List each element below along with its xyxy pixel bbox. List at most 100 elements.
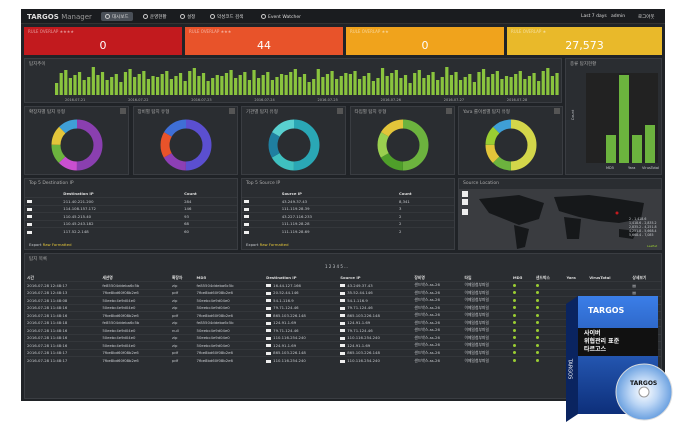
- table-row[interactable]: 211.40.221.200 284: [25, 197, 237, 205]
- timeline-bar: [312, 79, 316, 95]
- timeline-bar: [426, 75, 431, 95]
- table-row[interactable]: 110.45.243.182 68: [25, 219, 237, 228]
- flag-icon: [266, 321, 272, 325]
- logout-button[interactable]: 로그아웃: [638, 14, 655, 20]
- box-title: 사이버 위협관리 표준 타르고스: [584, 330, 620, 353]
- timeline-bar: [376, 78, 380, 95]
- col-header[interactable]: 샌드박스: [534, 274, 565, 282]
- flag-icon: [340, 306, 346, 310]
- col-header[interactable]: 확장자: [170, 274, 195, 282]
- table-row[interactable]: 110.45.215.40 93: [25, 212, 237, 220]
- timeline-bar: [96, 75, 100, 95]
- flag-icon: [340, 344, 346, 348]
- top-bar: TARGOS Manager 대시보드 운영현황 설정 악성코드 검색 Even…: [21, 9, 665, 24]
- timeline-bar: [555, 73, 559, 95]
- nav-malware-search[interactable]: 악성코드 검색: [206, 12, 247, 21]
- timeline-bar: [215, 75, 219, 95]
- nav-status[interactable]: 운영현황: [139, 12, 171, 21]
- table-row[interactable]: 114.108.157.172 146: [25, 204, 237, 213]
- table-row[interactable]: 43.249.37.43 8,341: [242, 197, 454, 205]
- col-header[interactable]: MD5: [511, 274, 534, 282]
- bar-ylabel: Count: [571, 109, 576, 121]
- timeline-bar: [468, 74, 472, 95]
- export-raw-link[interactable]: Raw: [260, 242, 268, 247]
- export-raw-link[interactable]: Raw: [43, 242, 51, 247]
- col-header[interactable]: Count: [182, 190, 237, 198]
- zoom-in-button[interactable]: [462, 191, 468, 197]
- timeline-bar: [417, 70, 421, 95]
- timeline-bar: [302, 74, 307, 95]
- status-dot: [535, 313, 539, 317]
- timeline-bar: [77, 72, 82, 95]
- flag-icon: [340, 329, 346, 333]
- timeline-bar: [156, 77, 160, 95]
- donut-chart: [377, 119, 428, 171]
- export-formatted-link[interactable]: Formatted: [269, 242, 289, 247]
- col-header[interactable]: 타입: [463, 274, 511, 282]
- timeline-bar: [431, 72, 435, 95]
- timeline-bar: [367, 73, 371, 95]
- timeline-bar: [481, 69, 486, 95]
- col-header[interactable]: 장비명: [412, 274, 462, 282]
- status-dot: [512, 306, 516, 310]
- col-header[interactable]: Yara: [564, 274, 587, 282]
- col-header[interactable]: Destination IP: [61, 190, 182, 198]
- nav-dashboard[interactable]: 대시보드: [101, 12, 133, 21]
- nav-event-watcher[interactable]: Event Watcher: [257, 12, 305, 21]
- col-header[interactable]: 상세보기: [630, 274, 661, 282]
- timeline-bar: [330, 71, 334, 95]
- timeline-bar: [518, 71, 522, 95]
- table-row[interactable]: 111.119.28.28 2: [242, 219, 454, 228]
- timeline-bar: [541, 71, 545, 95]
- pagination[interactable]: 1 2 3 4 5 ...: [325, 264, 348, 269]
- timeline-bar: [257, 78, 261, 95]
- donut-chart: [268, 119, 320, 171]
- flag-icon: [27, 230, 32, 234]
- status-dot: [512, 283, 516, 287]
- zoom-out-button[interactable]: [462, 199, 468, 205]
- timeline-bar: [321, 77, 325, 95]
- col-header[interactable]: VirusTotal: [587, 274, 630, 282]
- timeline-panel: 탐지추이 2016-07-21 2016-07-22 2016-07-23 2016-…: [24, 58, 562, 103]
- col-header[interactable]: Destination IP: [264, 274, 338, 282]
- col-header[interactable]: Source IP: [338, 274, 412, 282]
- status-dot: [535, 321, 539, 325]
- timeline-bar: [188, 71, 192, 95]
- timeline-bar: [160, 74, 164, 95]
- top-source-panel: Top 5 Source IP Source IP Count 43.249.37…: [241, 178, 455, 250]
- status-dot: [535, 359, 539, 362]
- nav-settings[interactable]: 설정: [176, 12, 199, 21]
- table-row[interactable]: 117.52.2.148 60: [25, 227, 237, 235]
- timeline-bar: [197, 76, 201, 95]
- status-dot: [535, 328, 539, 332]
- table-row[interactable]: 111.119.28.69 2: [242, 227, 454, 235]
- col-header[interactable]: 시간: [25, 274, 100, 282]
- col-header[interactable]: Count: [397, 190, 454, 198]
- flag-icon: [340, 336, 346, 340]
- gear-icon: [180, 14, 185, 19]
- table-row[interactable]: 111.119.28.39 3: [242, 204, 454, 213]
- timeline-bar: [358, 79, 362, 95]
- timeline-bar: [463, 77, 467, 95]
- panel-title: Top 5 Source IP: [246, 181, 281, 186]
- table-row[interactable]: 2016-07-28 12:48:17 fe85504ddeba6c5b zip fe…: [25, 281, 661, 289]
- box-brand: TARGOS: [588, 306, 625, 315]
- kpi-label: RULE OVERLAP ★★: [350, 29, 389, 34]
- kpi-value: 0: [99, 39, 107, 52]
- timeline-bar: [472, 82, 476, 95]
- time-range-select[interactable]: Last 7 days: [581, 14, 607, 19]
- col-header[interactable]: 세션명: [100, 274, 170, 282]
- timeline-bar: [229, 70, 233, 95]
- export-formatted-link[interactable]: Formatted: [52, 242, 72, 247]
- col-header[interactable]: MD5: [195, 274, 265, 282]
- user-menu[interactable]: admin: [611, 14, 625, 19]
- table-row[interactable]: 43.227.116.233 2: [242, 212, 454, 220]
- timeline-bar: [459, 80, 463, 95]
- timeline-bar: [546, 68, 550, 95]
- col-header[interactable]: Source IP: [280, 190, 397, 198]
- map-layer-button[interactable]: [462, 209, 468, 215]
- kpi-card: RULE OVERLAP ★★★★ 0: [24, 27, 182, 55]
- status-dot: [535, 351, 539, 355]
- source-location-panel: Source Location 2 - 1,418.6 1,418.6 - 2,8…: [458, 178, 662, 250]
- detail-icon[interactable]: ▤: [630, 281, 661, 289]
